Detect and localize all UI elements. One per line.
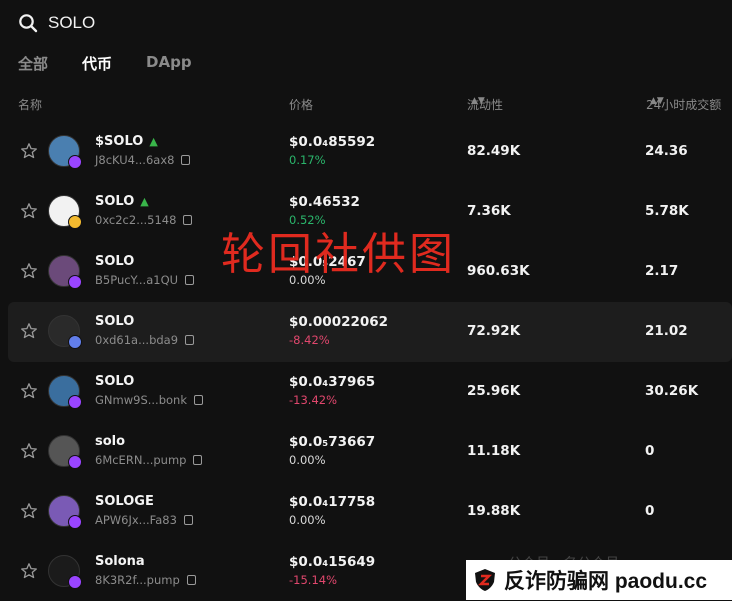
table-row[interactable]: SOLO B5PucY...a1QU $0.0₅2467 0.00% 960.6…: [8, 242, 732, 302]
table-row[interactable]: SOLOGE APW6Jx...Fa83 $0.0₄17758 0.00% 19…: [8, 482, 732, 542]
price-change: 0.00%: [289, 453, 326, 467]
token-liquidity: 19.88K: [467, 503, 521, 519]
star-icon[interactable]: [20, 142, 38, 160]
table-row[interactable]: solo 6McERN...pump $0.0₅73667 0.00% 11.1…: [8, 422, 732, 482]
chain-icon: [68, 395, 82, 409]
token-price: $0.0₄85592: [289, 134, 376, 150]
token-address: J8cKU4...6ax8: [95, 153, 175, 167]
token-name: solo: [95, 434, 126, 449]
search-icon: [19, 14, 38, 33]
token-price: $0.0₄15649: [289, 554, 376, 570]
filter-tabs: 全部 代币 DApp: [18, 53, 226, 74]
price-change: 0.00%: [289, 513, 326, 527]
token-name: SOLO: [95, 194, 135, 209]
copy-icon[interactable]: [194, 395, 203, 405]
token-liquidity: 25.96K: [467, 383, 521, 399]
token-liquidity: 7.36K: [467, 203, 511, 219]
chain-icon: [68, 215, 82, 229]
token-volume: 5.78K: [645, 203, 689, 219]
star-icon[interactable]: [20, 442, 38, 460]
token-volume: 0: [645, 503, 655, 519]
table-row[interactable]: SOLO GNmw9S...bonk $0.0₄37965 -13.42% 25…: [8, 362, 732, 422]
copy-icon[interactable]: [185, 275, 195, 285]
verified-icon: ▲: [149, 135, 158, 148]
chain-icon: [68, 275, 82, 289]
search-input[interactable]: SOLO: [48, 13, 95, 33]
chain-icon: [68, 155, 82, 169]
table-row[interactable]: $SOLO ▲ J8cKU4...6ax8 $0.0₄85592 0.17% 82…: [8, 122, 732, 182]
table-header: 名称 价格 流动性 ▲▼ 24小时成交额 ▲▼: [0, 96, 732, 114]
copy-icon[interactable]: [186, 575, 196, 585]
star-icon[interactable]: [20, 382, 38, 400]
price-change: -15.14%: [289, 573, 337, 587]
token-name: SOLO: [95, 314, 135, 329]
price-change: -8.42%: [289, 333, 330, 347]
token-volume: 2.17: [645, 263, 679, 279]
token-name: SOLO: [95, 254, 135, 269]
token-name: Solona: [95, 554, 145, 569]
token-volume: 21.02: [645, 323, 688, 339]
star-icon[interactable]: [20, 322, 38, 340]
watermark-text: 反诈防骗网 paodu.cc: [504, 570, 708, 593]
verified-icon: ▲: [140, 195, 149, 208]
token-price: $0.0₄37965: [289, 374, 376, 390]
sort-icon: ▲▼: [650, 96, 664, 106]
token-volume: 30.26K: [645, 383, 699, 399]
star-icon[interactable]: [20, 202, 38, 220]
tab-all[interactable]: 全部: [18, 53, 48, 74]
token-volume: 24.36: [645, 143, 688, 159]
table-row[interactable]: SOLO ▲ 0xc2c2...5148 $0.46532 0.52% 7.36K…: [8, 182, 732, 242]
star-icon[interactable]: [20, 262, 38, 280]
price-change: 0.17%: [289, 153, 326, 167]
token-price: $0.0₅2467: [289, 254, 366, 270]
token-name: SOLO: [95, 374, 135, 389]
token-name: $SOLO: [95, 134, 144, 149]
star-icon[interactable]: [20, 562, 38, 580]
token-liquidity: 82.49K: [467, 143, 521, 159]
token-volume: 0: [645, 443, 655, 459]
column-name: 名称: [18, 98, 43, 112]
chain-icon: [68, 455, 82, 469]
token-price: $0.0₅73667: [289, 434, 376, 450]
token-price: $0.0₄17758: [289, 494, 376, 510]
chain-icon: [68, 335, 82, 349]
sort-icon: ▲▼: [471, 96, 485, 106]
copy-icon[interactable]: [185, 335, 195, 345]
token-address: 0xc2c2...5148: [95, 213, 177, 227]
token-address: 0xd61a...bda9: [95, 333, 179, 347]
star-icon[interactable]: [20, 502, 38, 520]
token-liquidity: 960.63K: [467, 263, 530, 279]
price-change: 0.00%: [289, 273, 326, 287]
watermark-banner: 反诈防骗网 paodu.cc: [466, 560, 732, 600]
copy-icon[interactable]: [183, 215, 193, 225]
token-price: $0.00022062: [289, 314, 389, 330]
token-address: APW6Jx...Fa83: [95, 513, 177, 527]
token-price: $0.46532: [289, 194, 360, 210]
token-address: GNmw9S...bonk: [95, 393, 187, 407]
token-address: 6McERN...pump: [95, 453, 187, 467]
shield-logo-icon: [472, 567, 498, 593]
table-row[interactable]: SOLO 0xd61a...bda9 $0.00022062 -8.42% 72…: [8, 302, 732, 362]
search-bar[interactable]: SOLO: [18, 10, 95, 36]
token-address: 8K3R2f...pump: [95, 573, 180, 587]
token-liquidity: 72.92K: [467, 323, 521, 339]
price-change: 0.52%: [289, 213, 326, 227]
tab-tokens[interactable]: 代币: [82, 53, 112, 74]
copy-icon[interactable]: [181, 155, 191, 165]
copy-icon[interactable]: [183, 515, 193, 525]
copy-icon[interactable]: [193, 455, 203, 465]
tab-dapp[interactable]: DApp: [146, 53, 192, 74]
price-change: -13.42%: [289, 393, 337, 407]
token-name: SOLOGE: [95, 494, 154, 509]
token-address: B5PucY...a1QU: [95, 273, 179, 287]
chain-icon: [68, 575, 82, 589]
token-liquidity: 11.18K: [467, 443, 521, 459]
chain-icon: [68, 515, 82, 529]
column-price: 价格: [289, 98, 314, 112]
